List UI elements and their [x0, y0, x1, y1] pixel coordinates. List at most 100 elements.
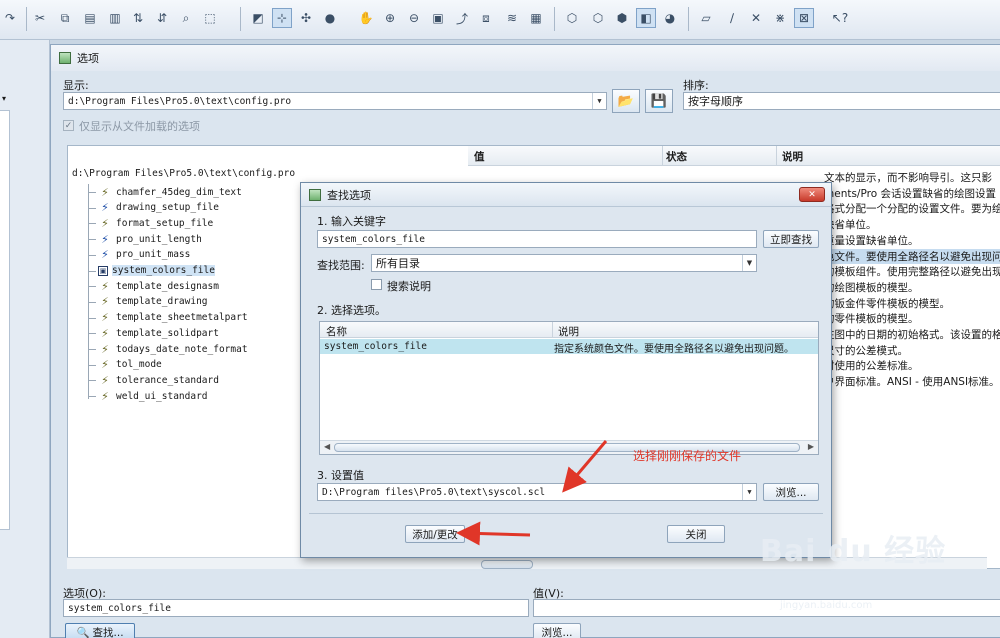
description-line: 的钣金件零件模板的模型。	[824, 297, 950, 310]
add-change-button[interactable]: 添加/更改	[405, 525, 465, 543]
datum-display-icon[interactable]: ◩	[248, 8, 268, 28]
results-horizontal-scrollbar[interactable]: ◀ ▶	[320, 440, 818, 454]
tree-item-label: chamfer_45deg_dim_text	[116, 186, 242, 198]
tree-item[interactable]: ⚡ weld_ui_standard	[98, 388, 207, 404]
show-path-combo[interactable]: d:\Program Files\Pro5.0\text\config.pro …	[63, 92, 607, 110]
set-value-combo[interactable]: D:\Program files\Pro5.0\text\syscol.scl …	[317, 483, 757, 501]
regenerate-manager-icon[interactable]: ⇵	[152, 8, 172, 28]
search-description-checkbox[interactable]	[371, 279, 382, 290]
column-separator	[552, 322, 553, 338]
scroll-left-icon[interactable]: ◀	[324, 442, 330, 451]
chevron-down-icon[interactable]: ▼	[742, 484, 756, 500]
coordinate-systems-icon[interactable]: ⋇	[770, 8, 790, 28]
options-title-bar: 选项	[51, 45, 1000, 71]
browse-button[interactable]: 浏览...	[763, 483, 819, 501]
pan-icon[interactable]: ✋	[356, 8, 376, 28]
tree-item[interactable]: ⚡ tol_mode	[98, 357, 162, 373]
tree-item[interactable]: ⚡ template_sheetmetalpart	[98, 310, 247, 326]
collapse-arrow-icon[interactable]: ▾	[2, 94, 6, 103]
value-input[interactable]	[533, 599, 1000, 617]
tree-item[interactable]: ⚡ todays_date_note_format	[98, 341, 248, 357]
enhanced-realism-icon[interactable]: ◕	[660, 8, 680, 28]
search-now-button[interactable]: 立即查找	[763, 230, 819, 248]
refit-icon[interactable]: ▣	[428, 8, 448, 28]
tree-connector-tick	[88, 223, 96, 225]
tree-root[interactable]: d:\Program Files\Pro5.0\text\config.pro	[72, 168, 295, 179]
scroll-right-icon[interactable]: ▶	[808, 442, 814, 451]
chevron-down-icon[interactable]: ▼	[592, 93, 606, 109]
appearance-icon[interactable]: ●	[320, 8, 340, 28]
column-header-status[interactable]: 状态	[666, 149, 687, 164]
view-manager-icon[interactable]: ▦	[526, 8, 546, 28]
browse-value-button[interactable]: 浏览...	[533, 623, 581, 638]
keyword-input[interactable]: system_colors_file	[317, 230, 757, 248]
select-box-icon[interactable]: ⬚	[200, 8, 220, 28]
shading-icon[interactable]: ◧	[636, 8, 656, 28]
close-button[interactable]: 关闭	[667, 525, 725, 543]
zoom-in-icon[interactable]: ⊕	[380, 8, 400, 28]
tree-item[interactable]: ⚡ pro_unit_length	[98, 231, 202, 247]
close-icon[interactable]: ✕	[799, 187, 825, 202]
lightning-icon: ⚡	[101, 311, 109, 325]
find-dialog-title: 查找选项	[327, 188, 371, 202]
layers-icon[interactable]: ≋	[502, 8, 522, 28]
hidden-line-icon[interactable]: ⬡	[588, 8, 608, 28]
tree-item[interactable]: ⚡ tolerance_standard	[98, 372, 219, 388]
description-line: 文本的显示，而不影响导引。这只影	[824, 172, 992, 184]
paste-icon[interactable]: ▤	[80, 8, 100, 28]
cut-icon[interactable]: ✂	[30, 8, 50, 28]
wireframe-icon[interactable]: ⬡	[562, 8, 582, 28]
tree-item[interactable]: ⚡ chamfer_45deg_dim_text	[98, 184, 242, 200]
scroll-thumb[interactable]	[481, 560, 533, 569]
lightning-icon: ⚡	[101, 326, 109, 340]
results-column-name[interactable]: 名称	[326, 324, 347, 339]
description-line: 色文件。要使用全路径名以避免出现问	[824, 248, 1000, 264]
only-from-file-checkbox[interactable]: ✓	[63, 120, 74, 131]
saved-views-icon[interactable]: ⧈	[476, 8, 496, 28]
tree-connector-tick	[88, 270, 96, 272]
results-row-name: system_colors_file	[324, 341, 427, 352]
save-icon: 💾	[650, 93, 668, 109]
results-column-description[interactable]: 说明	[558, 324, 579, 339]
tree-item[interactable]: ⚡ drawing_setup_file	[98, 200, 219, 216]
redo-icon[interactable]: ↷	[0, 8, 20, 28]
option-input[interactable]: system_colors_file	[63, 599, 529, 617]
description-line: 的绘图模板的模型。	[824, 281, 919, 294]
paste-special-icon[interactable]: ▥	[105, 8, 125, 28]
datum-planes-icon[interactable]: ⏥	[696, 8, 716, 28]
tree-item-label: todays_date_note_format	[116, 343, 248, 355]
tree-item[interactable]: ⚡ pro_unit_mass	[98, 247, 190, 263]
reorient-icon[interactable]: ⤴	[452, 8, 472, 28]
tree-item[interactable]: ⚡ template_drawing	[98, 294, 207, 310]
step1-label: 1. 输入关键字	[317, 215, 386, 228]
annotations-icon[interactable]: ⊠	[794, 8, 814, 28]
tree-connector-tick	[88, 301, 96, 303]
orient-mode-icon[interactable]: ✣	[296, 8, 316, 28]
results-row[interactable]: system_colors_file 指定系统颜色文件。要使用全路径名以避免出现…	[320, 339, 818, 355]
tree-connector-tick	[88, 349, 96, 350]
column-header-value[interactable]: 值	[474, 149, 485, 164]
context-help-icon[interactable]: ↖?	[830, 8, 850, 28]
zoom-out-icon[interactable]: ⊖	[404, 8, 424, 28]
sort-combo[interactable]: 按字母顺序	[683, 92, 1000, 110]
copy-icon[interactable]: ⧉	[55, 8, 75, 28]
search-description-label: 搜索说明	[387, 280, 431, 293]
tree-item[interactable]: ▣ system_colors_file	[98, 263, 215, 279]
find-icon[interactable]: ⌕	[176, 8, 196, 28]
chevron-down-icon[interactable]: ▼	[742, 255, 756, 271]
no-hidden-icon[interactable]: ⬢	[612, 8, 632, 28]
datum-axes-icon[interactable]: ∕	[722, 8, 742, 28]
datum-points-icon[interactable]: ✕	[746, 8, 766, 28]
show-label: 显示:	[63, 79, 89, 92]
scope-combo[interactable]: 所有目录 ▼	[371, 254, 757, 272]
tree-item[interactable]: ⚡ template_designasm	[98, 278, 219, 294]
tree-item[interactable]: ⚡ template_solidpart	[98, 325, 219, 341]
save-file-button[interactable]: 💾	[645, 89, 673, 113]
spin-center-icon[interactable]: ⊹	[272, 8, 292, 28]
tree-item[interactable]: ⚡ format_setup_file	[98, 215, 213, 231]
regenerate-icon[interactable]: ⇅	[128, 8, 148, 28]
open-file-button[interactable]: 📂	[612, 89, 640, 113]
column-header-description[interactable]: 说明	[782, 149, 803, 164]
find-button[interactable]: 🔍 查找...	[65, 623, 135, 638]
options-window-icon	[59, 52, 71, 64]
